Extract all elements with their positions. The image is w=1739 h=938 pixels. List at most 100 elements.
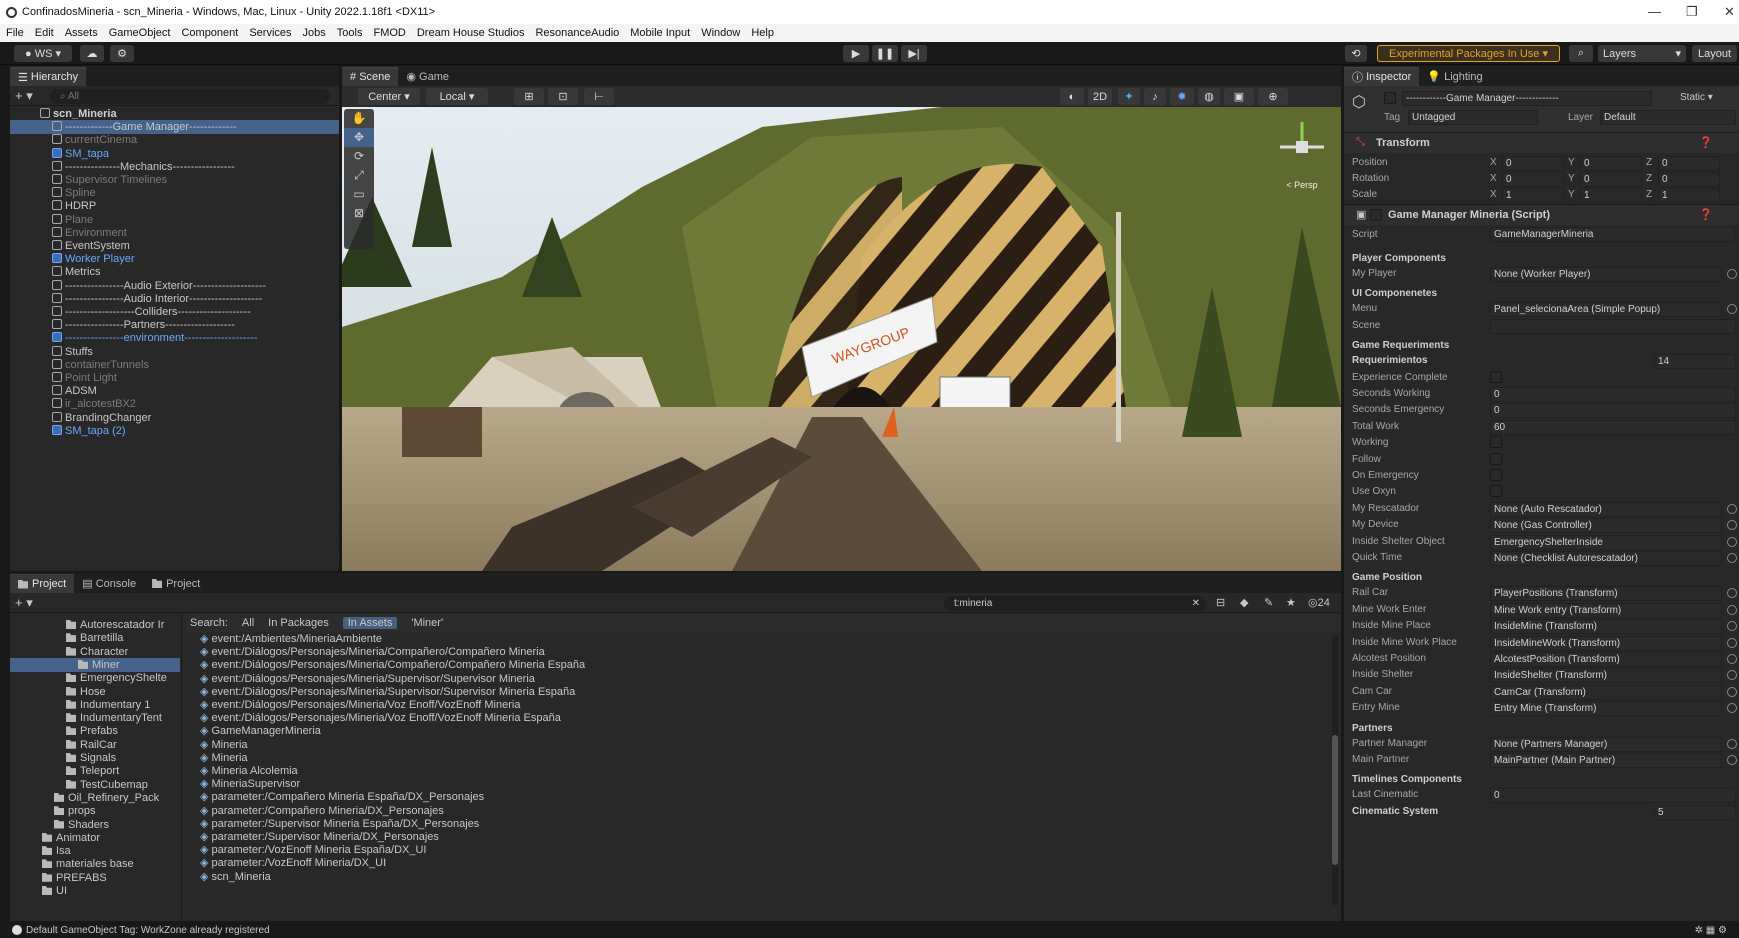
hierarchy-item[interactable]: BrandingChanger: [10, 411, 339, 425]
asset-item[interactable]: ◈ Mineria Alcolemia: [186, 764, 1286, 778]
asset-item[interactable]: ◈ event:/Ambientes/MineriaAmbiente: [186, 632, 1286, 646]
tab-console[interactable]: ▤ Console: [74, 574, 144, 593]
hierarchy-item[interactable]: Spline: [10, 186, 339, 200]
tab-game[interactable]: ◉ Game: [398, 67, 457, 86]
scope-assets[interactable]: In Assets: [342, 617, 398, 629]
asset-item[interactable]: ◈ parameter:/Compañero Mineria España/DX_…: [186, 790, 1286, 804]
hierarchy-item[interactable]: Metrics: [10, 265, 339, 279]
move-tool-icon[interactable]: ✥: [344, 128, 374, 147]
transform-z-field[interactable]: 1: [1658, 188, 1720, 203]
hierarchy-item[interactable]: scn_Mineria: [10, 107, 339, 121]
tab-project-2[interactable]: Project: [144, 574, 208, 593]
hierarchy-item[interactable]: containerTunnels: [10, 358, 339, 372]
array-size-field[interactable]: 14: [1654, 354, 1736, 370]
transform-x-field[interactable]: 0: [1502, 156, 1564, 171]
field-value[interactable]: None (Auto Rescatador): [1490, 501, 1722, 517]
increment-icon[interactable]: ⊢: [584, 88, 614, 105]
field-checkbox[interactable]: [1490, 485, 1502, 498]
asset-item[interactable]: ◈ Mineria: [186, 738, 1286, 752]
tab-project[interactable]: Project: [10, 574, 75, 593]
object-picker-icon[interactable]: [1727, 269, 1737, 279]
transform-y-field[interactable]: 0: [1580, 172, 1642, 187]
folder-item[interactable]: Signals: [10, 751, 180, 765]
transform-z-field[interactable]: 0: [1658, 156, 1720, 171]
hierarchy-item[interactable]: EventSystem: [10, 239, 339, 253]
object-picker-icon[interactable]: [1727, 304, 1737, 315]
folder-item[interactable]: Oil_Refinery_Pack: [10, 791, 180, 805]
asset-item[interactable]: ◈ parameter:/Supervisor Mineria/DX_Person…: [186, 830, 1286, 844]
menu-item[interactable]: Assets: [65, 27, 98, 39]
object-picker-icon[interactable]: [1727, 686, 1737, 697]
hierarchy-item[interactable]: Stuffs: [10, 345, 339, 359]
object-picker-icon[interactable]: [1727, 755, 1737, 765]
object-picker-icon[interactable]: [1727, 738, 1737, 749]
hierarchy-item[interactable]: HDRP: [10, 199, 339, 213]
menu-item[interactable]: Help: [751, 27, 774, 39]
asset-item[interactable]: ◈ GameManagerMineria: [186, 724, 1286, 738]
field-value[interactable]: [1490, 318, 1736, 334]
transform-x-field[interactable]: 1: [1502, 188, 1564, 203]
minimize-button[interactable]: —: [1648, 4, 1661, 19]
field-value[interactable]: 0: [1490, 387, 1736, 402]
folder-item[interactable]: Animator: [10, 831, 180, 845]
asset-item[interactable]: ◈ Mineria: [186, 751, 1286, 765]
asset-item[interactable]: ◈ parameter:/VozEnoff Mineria/DX_UI: [186, 856, 1286, 870]
menu-item[interactable]: ResonanceAudio: [535, 27, 619, 39]
layers-dropdown[interactable]: Layers ▾: [1598, 45, 1686, 62]
active-checkbox[interactable]: [1384, 92, 1396, 104]
tag-dropdown[interactable]: Untagged: [1408, 110, 1538, 125]
results-scrollbar[interactable]: [1332, 635, 1338, 905]
hierarchy-item[interactable]: Point Light: [10, 371, 339, 385]
hierarchy-item[interactable]: Worker Player: [10, 252, 339, 266]
folder-item[interactable]: Prefabs: [10, 724, 180, 738]
hierarchy-item[interactable]: SM_tapa: [10, 147, 339, 161]
folder-item[interactable]: Miner: [10, 657, 180, 672]
hidden-icon[interactable]: ◍: [1198, 88, 1220, 105]
experimental-packages-button[interactable]: Experimental Packages In Use ▾: [1377, 45, 1560, 62]
pivot-dropdown[interactable]: Center ▾: [358, 88, 420, 105]
folder-item[interactable]: Hose: [10, 685, 180, 699]
field-value[interactable]: InsideShelter (Transform): [1490, 668, 1722, 684]
asset-item[interactable]: ◈ event:/Diálogos/Personajes/Mineria/Voz …: [186, 698, 1286, 712]
object-picker-icon[interactable]: [1727, 520, 1737, 531]
transform-x-field[interactable]: 0: [1502, 172, 1564, 187]
object-picker-icon[interactable]: [1727, 553, 1737, 563]
rect-tool-icon[interactable]: ▭: [344, 185, 374, 204]
folder-item[interactable]: Indumentary 1: [10, 698, 180, 712]
menu-item[interactable]: Edit: [35, 27, 54, 39]
folder-item[interactable]: Shaders: [10, 818, 180, 832]
pause-button[interactable]: ❚❚: [872, 45, 898, 62]
asset-item[interactable]: ◈ event:/Diálogos/Personajes/Mineria/Comp…: [186, 645, 1286, 659]
field-checkbox[interactable]: [1490, 436, 1502, 449]
lighting-icon[interactable]: ✦: [1118, 88, 1140, 105]
object-picker-icon[interactable]: [1727, 703, 1737, 714]
asset-item[interactable]: ◈ parameter:/VozEnoff Mineria España/DX_U…: [186, 843, 1286, 857]
hierarchy-item[interactable]: ----------------Partners----------------…: [10, 318, 339, 332]
asset-item[interactable]: ◈ event:/Diálogos/Personajes/Mineria/Supe…: [186, 685, 1286, 699]
hierarchy-search-input[interactable]: ⌕ All: [50, 89, 330, 104]
field-checkbox[interactable]: [1490, 469, 1502, 481]
hierarchy-item[interactable]: ---------------Mechanics----------------…: [10, 160, 339, 174]
clear-search-icon[interactable]: ✕: [1192, 596, 1200, 611]
tab-hierarchy[interactable]: ☰ Hierarchy: [10, 67, 86, 86]
hierarchy-item[interactable]: ADSM: [10, 384, 339, 398]
tab-scene[interactable]: # Scene: [342, 67, 399, 86]
scale-tool-icon[interactable]: ⤢: [344, 166, 374, 185]
asset-item[interactable]: ◈ event:/Diálogos/Personajes/Mineria/Supe…: [186, 672, 1286, 686]
object-picker-icon[interactable]: [1727, 588, 1737, 599]
hierarchy-item[interactable]: Supervisor Timelines: [10, 173, 339, 187]
asset-item[interactable]: ◈ MineriaSupervisor: [186, 777, 1286, 791]
audio-icon[interactable]: ♪: [1144, 88, 1166, 105]
effects-icon[interactable]: ✸: [1170, 88, 1194, 105]
folder-item[interactable]: Barretilla: [10, 631, 180, 645]
folder-item[interactable]: Character: [10, 645, 180, 659]
transform-y-field[interactable]: 1: [1580, 188, 1642, 203]
folder-item[interactable]: TestCubemap: [10, 778, 180, 792]
hierarchy-item[interactable]: ir_alcotestBX2: [10, 397, 339, 411]
status-icons[interactable]: ✲ ▦ ⚙: [1695, 925, 1727, 936]
menu-item[interactable]: Dream House Studios: [417, 27, 525, 39]
object-picker-icon[interactable]: [1727, 654, 1737, 664]
script-help-icon[interactable]: ❓: [1699, 208, 1713, 221]
folder-item[interactable]: props: [10, 804, 180, 818]
account-button[interactable]: ● WS ▾: [14, 45, 72, 62]
